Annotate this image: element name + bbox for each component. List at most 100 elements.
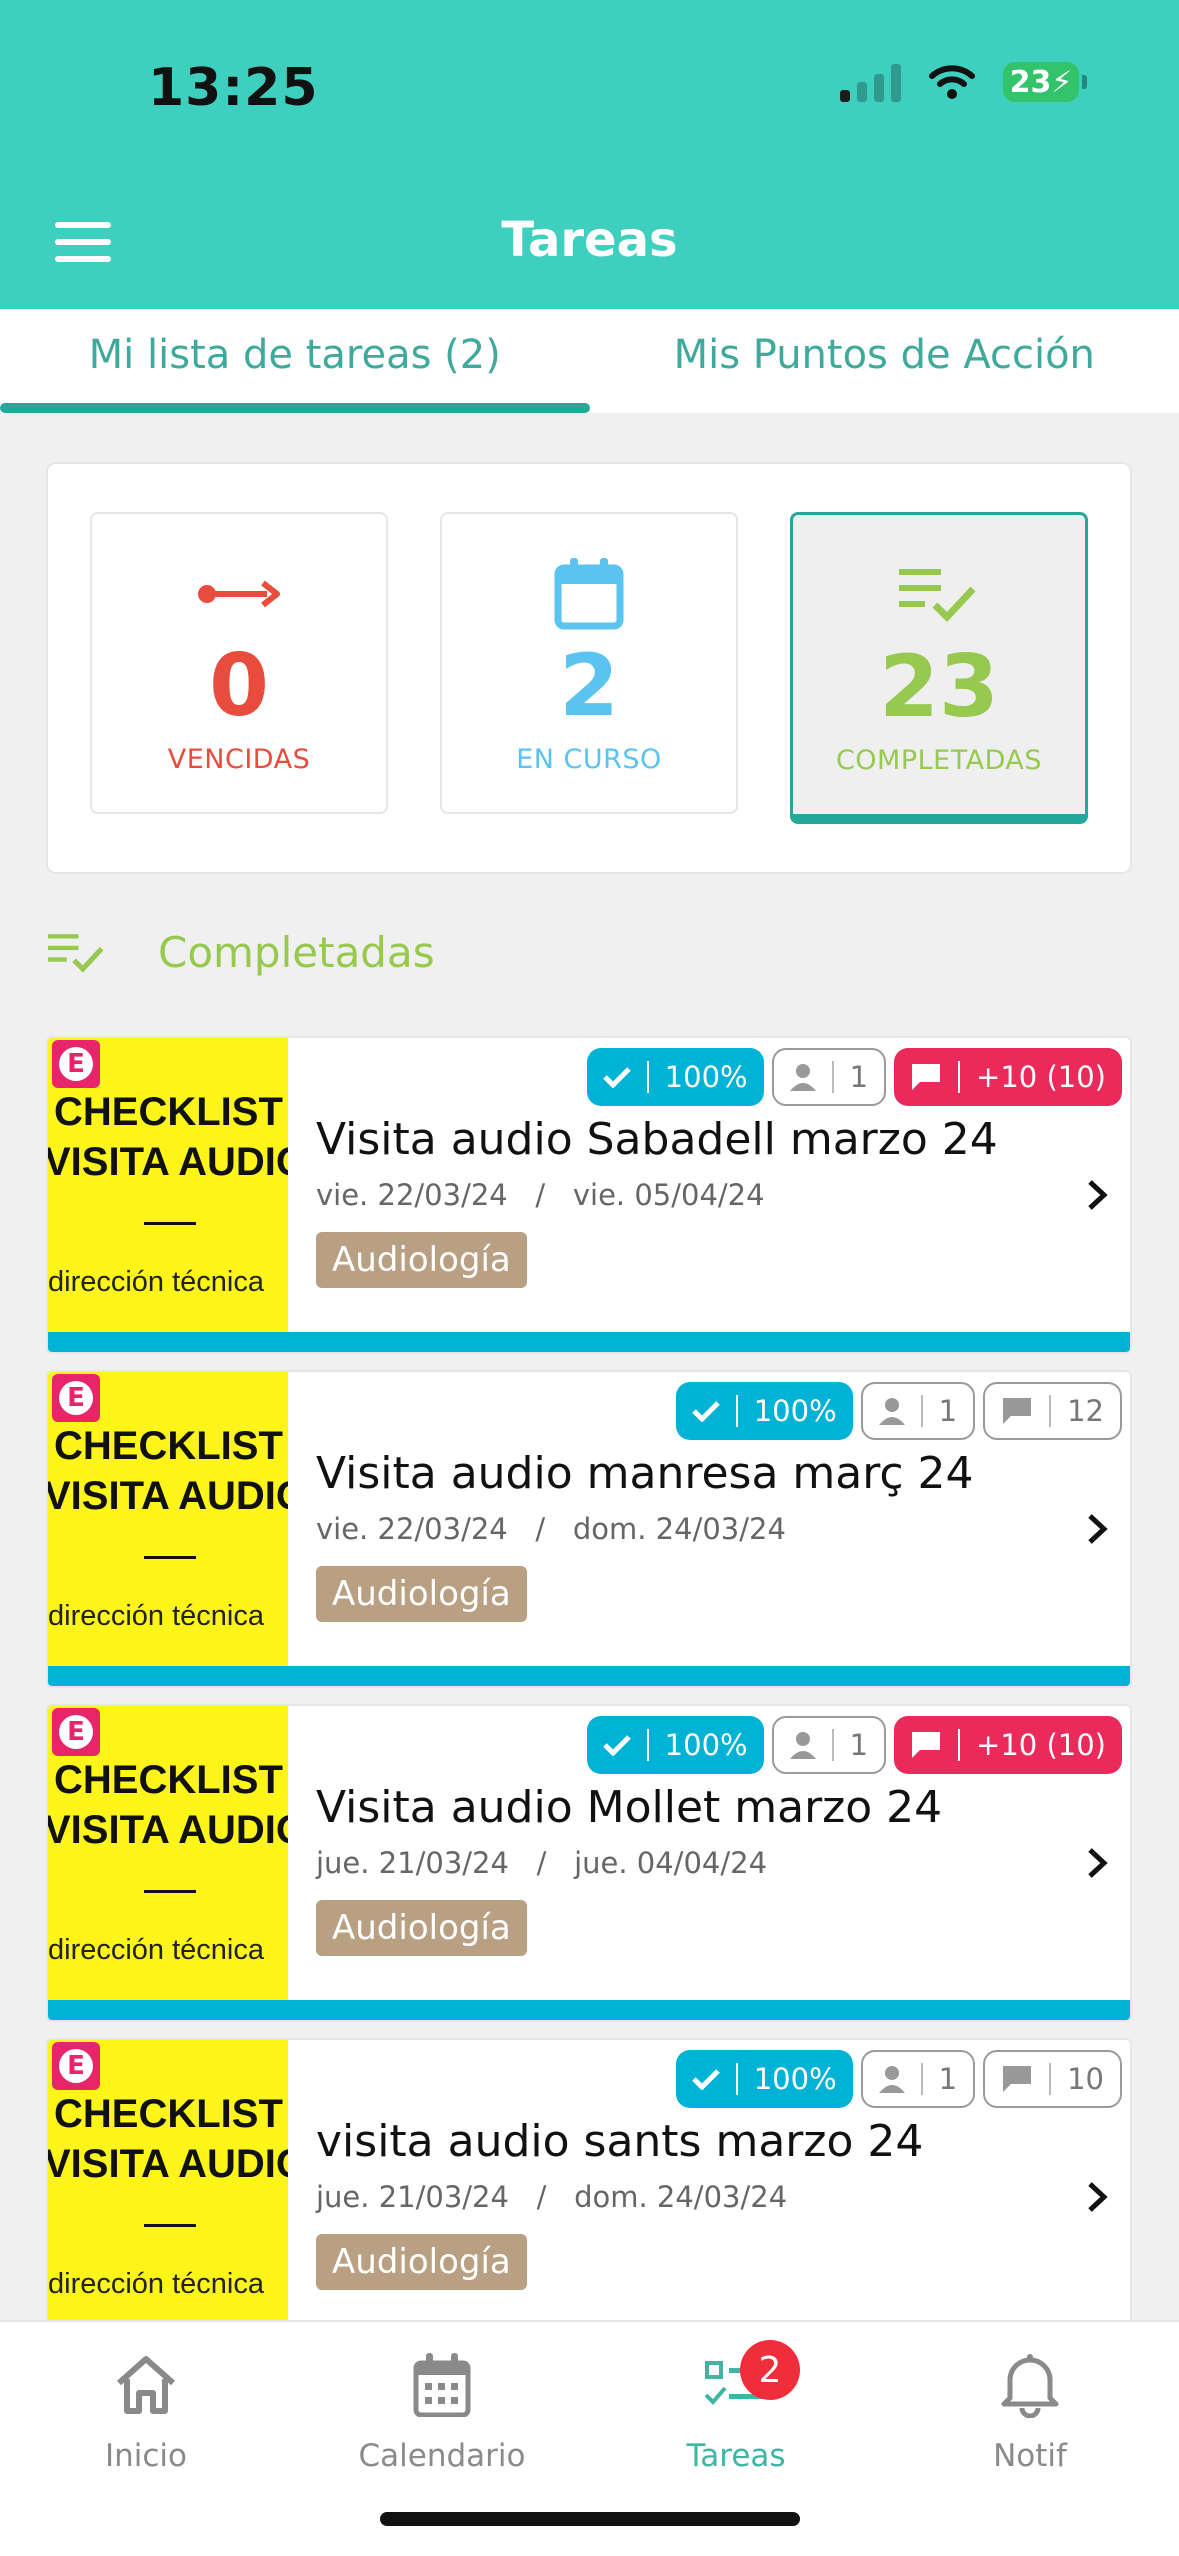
comments-pill: 10 [983, 2050, 1122, 2108]
task-indicators: 100% 1 +10 (10) [586, 1716, 1122, 1774]
comment-icon [1003, 2066, 1032, 2092]
thumbnail-line1: CHECKLIST [54, 1424, 283, 1468]
progress-bar [48, 1666, 1130, 1686]
home-icon [36, 2346, 256, 2424]
progress-bar [48, 2000, 1130, 2020]
task-start-date: vie. 22/03/24 [316, 1178, 508, 1212]
list-check-icon [793, 557, 1085, 633]
user-icon [789, 1732, 816, 1759]
summary-panel: 0 VENCIDAS 2 EN CURSO 23 COMPLETADAS [46, 462, 1132, 874]
comments-pill: 12 [983, 1382, 1122, 1440]
task-dates: jue. 21/03/24 / dom. 24/03/24 [316, 2180, 787, 2214]
chevron-right-icon[interactable] [1080, 1846, 1114, 1880]
tab-bar-top: Mi lista de tareas (2) Mis Puntos de Acc… [0, 309, 1179, 413]
thumbnail-divider [144, 1222, 196, 1225]
thumbnail-line3: dirección técnica [48, 1600, 264, 1632]
task-start-date: vie. 22/03/24 [316, 1512, 508, 1546]
task-dates: jue. 21/03/24 / jue. 04/04/24 [316, 1846, 767, 1880]
task-end-date: dom. 24/03/24 [574, 2180, 788, 2214]
task-card[interactable]: E CHECKLIST VISITA AUDIO dirección técni… [46, 1370, 1132, 1688]
stat-completadas[interactable]: 23 COMPLETADAS [790, 512, 1088, 824]
task-title: Visita audio Sabadell marzo 24 [316, 1114, 998, 1165]
task-tag: Audiología [316, 1566, 527, 1622]
task-start-date: jue. 21/03/24 [316, 1846, 509, 1880]
tabbar-label: Tareas [686, 2438, 786, 2474]
thumbnail-line1: CHECKLIST [54, 1090, 283, 1134]
tasks-icon: 2 [626, 2340, 846, 2424]
comments-pill: +10 (10) [894, 1716, 1122, 1774]
progress-pill: 100% [586, 1716, 764, 1774]
thumbnail-line3: dirección técnica [48, 2268, 264, 2300]
thumbnail-divider [144, 2224, 196, 2227]
task-thumbnail: E CHECKLIST VISITA AUDIO dirección técni… [48, 1038, 288, 1336]
progress-pill: 100% [586, 1048, 764, 1106]
charging-bolt-icon: ⚡ [1051, 64, 1073, 100]
task-card[interactable]: E CHECKLIST VISITA AUDIO dirección técni… [46, 1036, 1132, 1354]
thumbnail-line3: dirección técnica [48, 1266, 264, 1298]
task-indicators: 100% 1 10 [675, 2050, 1122, 2108]
tabbar-tareas[interactable]: 2 Tareas [626, 2340, 846, 2474]
comments-count: 12 [1067, 1394, 1104, 1428]
comments-pill: +10 (10) [894, 1048, 1122, 1106]
task-tag: Audiología [316, 1900, 527, 1956]
thumbnail-divider [144, 1556, 196, 1559]
user-icon [789, 1064, 816, 1091]
e-badge-icon: E [52, 1374, 100, 1422]
task-card[interactable]: E CHECKLIST VISITA AUDIO dirección técni… [46, 1704, 1132, 2022]
task-tag: Audiología [316, 2234, 527, 2290]
progress-text: 100% [753, 1394, 837, 1428]
date-separator: / [536, 2180, 547, 2214]
e-badge-icon: E [52, 1040, 100, 1088]
users-pill: 1 [860, 1382, 976, 1440]
chevron-right-icon[interactable] [1080, 1512, 1114, 1546]
e-badge-icon: E [52, 2042, 100, 2090]
user-icon [878, 1398, 905, 1425]
tabbar-calendario[interactable]: Calendario [332, 2346, 552, 2474]
battery-icon: 23 ⚡ [1003, 62, 1087, 102]
progress-pill: 100% [675, 1382, 853, 1440]
progress-bar [48, 1332, 1130, 1352]
task-indicators: 100% 1 +10 (10) [586, 1048, 1122, 1106]
thumbnail-line1: CHECKLIST [54, 2092, 283, 2136]
tabbar-label: Inicio [104, 2438, 188, 2474]
thumbnail-line2: VISITA AUDIO [48, 1808, 288, 1852]
section-title: Completadas [158, 928, 435, 977]
date-separator: / [535, 1512, 546, 1546]
tabbar-inicio[interactable]: Inicio [36, 2346, 256, 2474]
task-tag: Audiología [316, 1232, 527, 1288]
section-header: Completadas [48, 928, 435, 977]
chevron-right-icon[interactable] [1080, 2180, 1114, 2214]
comment-icon [1003, 1398, 1032, 1424]
progress-bar-fill [48, 2000, 1130, 2020]
thumbnail-divider [144, 1890, 196, 1893]
task-end-date: dom. 24/03/24 [572, 1512, 786, 1546]
users-pill: 1 [771, 1716, 887, 1774]
thumbnail-line3: dirección técnica [48, 1934, 264, 1966]
wifi-icon [929, 65, 975, 99]
tabbar-label: Notif [993, 2438, 1067, 2474]
bell-icon [920, 2346, 1140, 2424]
comments-count: +10 (10) [976, 1728, 1106, 1762]
list-check-icon [48, 933, 104, 973]
tab-mi-lista[interactable]: Mi lista de tareas (2) [0, 309, 590, 413]
users-count: 1 [849, 1728, 869, 1762]
tab-puntos-accion[interactable]: Mis Puntos de Acción [590, 309, 1179, 413]
task-card[interactable]: E CHECKLIST VISITA AUDIO dirección técni… [46, 2038, 1132, 2356]
tabbar-notif[interactable]: Notif [920, 2346, 1140, 2474]
task-dates: vie. 22/03/24 / dom. 24/03/24 [316, 1512, 786, 1546]
stat-label: VENCIDAS [167, 744, 311, 775]
stat-vencidas[interactable]: 0 VENCIDAS [90, 512, 388, 814]
app-header: 13:25 23 ⚡ Tareas [0, 0, 1179, 309]
e-badge-icon: E [52, 1708, 100, 1756]
task-end-date: vie. 05/04/24 [572, 1178, 765, 1212]
thumbnail-line2: VISITA AUDIO [48, 1140, 288, 1184]
progress-bar-fill [48, 1666, 1130, 1686]
date-separator: / [536, 1846, 547, 1880]
stat-value: 23 [879, 637, 999, 737]
arrow-right-icon [92, 556, 386, 632]
chevron-right-icon[interactable] [1080, 1178, 1114, 1212]
progress-text: 100% [753, 2062, 837, 2096]
users-pill: 1 [860, 2050, 976, 2108]
stat-en-curso[interactable]: 2 EN CURSO [440, 512, 738, 814]
task-title: Visita audio Mollet marzo 24 [316, 1782, 943, 1833]
